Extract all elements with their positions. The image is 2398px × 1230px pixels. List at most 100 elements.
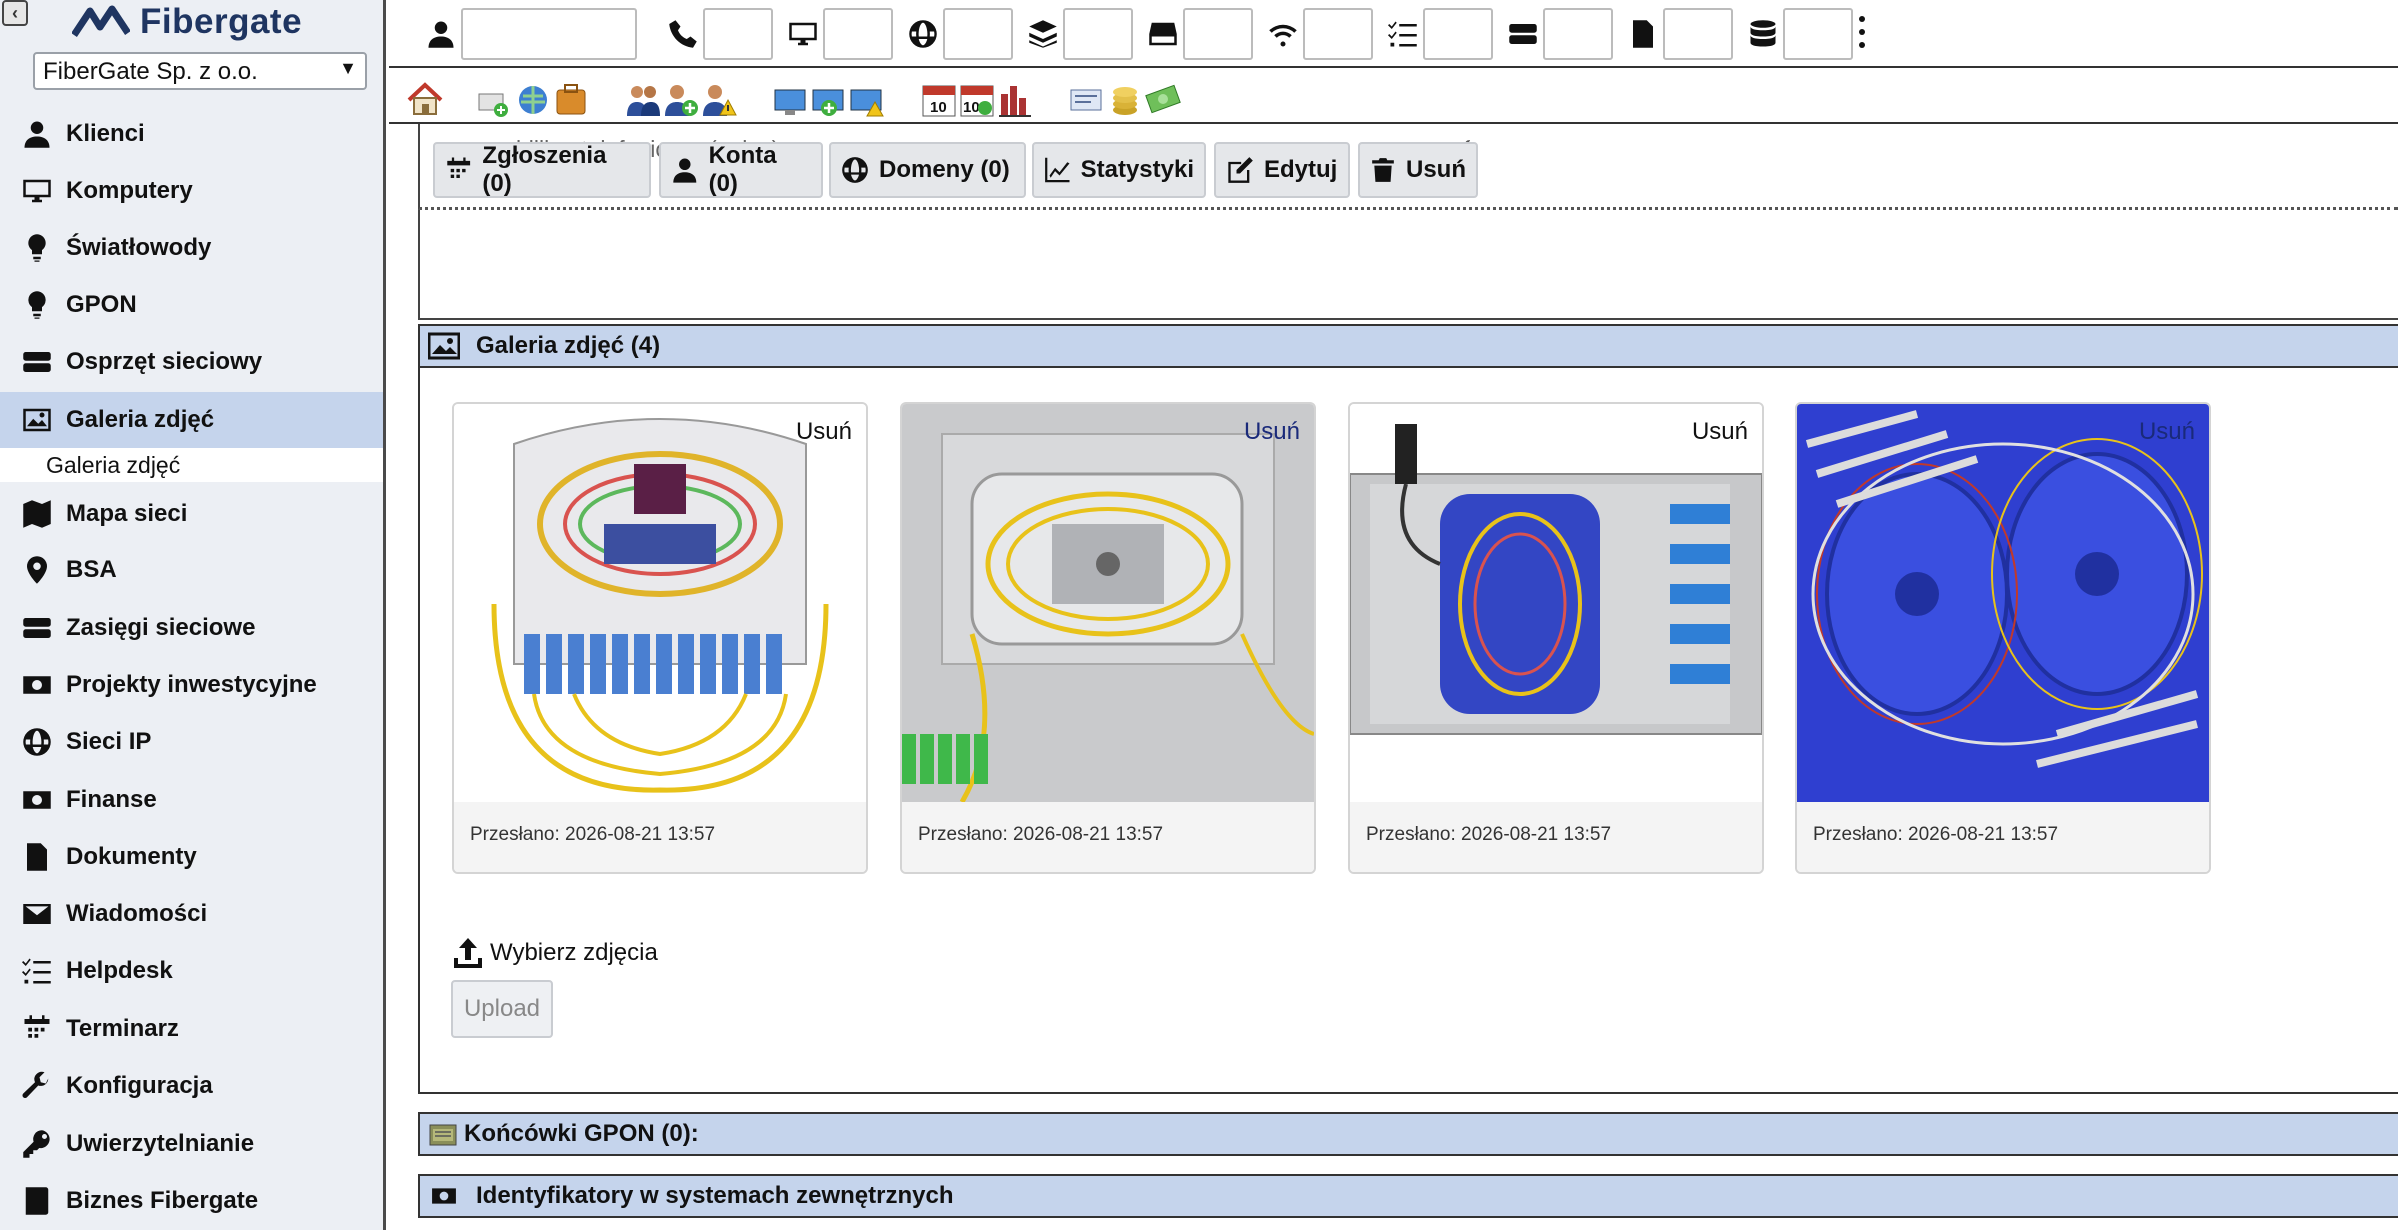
statistics-button-label: Statystyki [1080, 156, 1194, 183]
accounts-button-label: Konta (0) [708, 142, 777, 197]
sidebar-item-projekty[interactable]: Projekty inwestycyjne [0, 657, 383, 713]
section-external-ids-title: Identyfikatory w systemach zewnętrznych [476, 1182, 954, 1209]
sidebar-item-konfiguracja[interactable]: Konfiguracja [0, 1058, 383, 1114]
sidebar-item-label: Uwierzytelnianie [66, 1130, 255, 1157]
search-input-phone[interactable] [703, 8, 773, 60]
accounts-button[interactable]: Konta (0) [659, 142, 823, 198]
user-icon [20, 117, 54, 151]
search-input-document[interactable] [1663, 8, 1733, 60]
image-icon [20, 403, 54, 437]
sidebar-item-sieci-ip[interactable]: Sieci IP [0, 714, 383, 770]
document-icon [1623, 6, 1663, 62]
globe-icon [20, 725, 54, 759]
server-icon [20, 611, 54, 645]
search-input-computer[interactable] [823, 8, 893, 60]
sidebar-item-zasiegi[interactable]: Zasięgi sieciowe [0, 600, 383, 656]
brand-logo[interactable]: Fibergate [72, 0, 302, 44]
sidebar-item-bsa[interactable]: BSA [0, 542, 383, 598]
photo-image[interactable] [454, 404, 866, 802]
money-icon [20, 668, 54, 702]
search-input-layers[interactable] [1063, 8, 1133, 60]
sidebar-item-label: Światłowody [66, 234, 212, 261]
money-icon [432, 1188, 456, 1204]
delete-button[interactable]: Usuń [1358, 142, 1478, 198]
sidebar-item-gpon[interactable]: GPON [0, 277, 383, 333]
search-group-helpdesk [1383, 6, 1493, 62]
sidebar-item-galeria[interactable]: Galeria zdjęć [0, 392, 383, 448]
checklist-icon [20, 954, 54, 988]
network-computers-icon[interactable] [773, 76, 885, 118]
book-icon [20, 1184, 54, 1218]
delete-button-label: Usuń [1406, 156, 1466, 183]
sidebar-item-klienci[interactable]: Klienci [0, 106, 383, 162]
customers-icon[interactable] [625, 76, 737, 118]
envelope-icon [20, 897, 54, 931]
sidebar-item-mapa[interactable]: Mapa sieci [0, 486, 383, 542]
choose-photos-button[interactable]: Wybierz zdjęcia [452, 936, 658, 970]
sidebar-item-swiatlowody[interactable]: Światłowody [0, 220, 383, 276]
sidebar-item-label: Mapa sieci [66, 500, 188, 527]
sidebar-item-label: Dokumenty [66, 843, 197, 870]
sidebar: ‹ Fibergate FiberGate Sp. z o.o. ▼ Klien… [0, 0, 386, 1230]
sidebar-item-biznes[interactable]: Biznes Fibergate [0, 1173, 383, 1229]
photo-card: Usuń Przesłano: 2026-08-21 13:57 [900, 402, 1316, 874]
more-vertical-icon[interactable] [1852, 12, 1872, 52]
company-select[interactable]: FiberGate Sp. z o.o. ▼ [33, 52, 367, 90]
photo-delete-link[interactable]: Usuń [796, 418, 852, 446]
search-input-server[interactable] [1543, 8, 1613, 60]
sidebar-item-helpdesk[interactable]: Helpdesk [0, 943, 383, 999]
upload-button[interactable]: Upload [451, 980, 553, 1038]
domains-button-label: Domeny (0) [879, 156, 1010, 183]
sidebar-item-terminarz[interactable]: Terminarz [0, 1001, 383, 1057]
search-input-helpdesk[interactable] [1423, 8, 1493, 60]
sidebar-subitem-galeria[interactable]: Galeria zdjęć [0, 448, 383, 482]
bulb-icon [20, 288, 54, 322]
edit-button-label: Edytuj [1264, 156, 1338, 183]
sidebar-item-komputery[interactable]: Komputery [0, 163, 383, 219]
trash-icon [1372, 158, 1394, 182]
section-external-ids[interactable]: Identyfikatory w systemach zewnętrznych [418, 1174, 2398, 1218]
sidebar-item-dokumenty[interactable]: Dokumenty [0, 829, 383, 885]
search-input-user[interactable] [461, 8, 637, 60]
sidebar-item-label: Galeria zdjęć [66, 406, 215, 433]
edit-button[interactable]: Edytuj [1214, 142, 1350, 198]
photo-card: Usuń Przesłano: 2026-08-21 13:57 [1348, 402, 1764, 874]
search-group-user [421, 6, 637, 62]
search-group-hdd [1143, 6, 1253, 62]
sidebar-item-wiadomosci[interactable]: Wiadomości [0, 886, 383, 942]
user-icon [421, 6, 461, 62]
svg-text:10: 10 [963, 99, 980, 116]
sidebar-item-osprzet[interactable]: Osprzęt sieciowy [0, 334, 383, 390]
gallery-header[interactable]: Galeria zdjęć (4) [420, 326, 2398, 368]
photo-image[interactable] [902, 404, 1314, 802]
search-input-domain[interactable] [943, 8, 1013, 60]
search-input-hdd[interactable] [1183, 8, 1253, 60]
photo-delete-link[interactable]: Usuń [2139, 418, 2195, 446]
photo-delete-link[interactable]: Usuń [1244, 418, 1300, 446]
sidebar-item-label: Helpdesk [66, 957, 173, 984]
photo-image[interactable] [1350, 404, 1762, 802]
search-input-wifi[interactable] [1303, 8, 1373, 60]
sidebar-item-label: Klienci [66, 120, 145, 147]
photo-uploaded-date: Przesłano: 2026-08-21 13:57 [454, 802, 866, 872]
photo-delete-link[interactable]: Usuń [1692, 418, 1748, 446]
add-network-icon[interactable] [477, 76, 589, 118]
domains-button[interactable]: Domeny (0) [829, 142, 1026, 198]
photo-image[interactable] [1797, 404, 2209, 802]
sidebar-item-finanse[interactable]: Finanse [0, 772, 383, 828]
gallery-title: Galeria zdjęć (4) [476, 332, 661, 359]
collapse-left-icon[interactable]: ‹ [2, 0, 28, 26]
statistics-button[interactable]: Statystyki [1032, 142, 1206, 198]
section-gpon-terminals[interactable]: Końcówki GPON (0): [418, 1112, 2398, 1156]
sidebar-item-label: Osprzęt sieciowy [66, 348, 263, 375]
home-icon[interactable] [407, 76, 443, 118]
search-input-database[interactable] [1783, 8, 1853, 60]
search-group-computer [783, 6, 893, 62]
sidebar-item-uwierzytelnianie[interactable]: Uwierzytelnianie [0, 1116, 383, 1172]
sidebar-item-label: Wiadomości [66, 900, 208, 927]
key-icon [20, 1127, 54, 1161]
document-icon [20, 840, 54, 874]
calendar-stats-icon[interactable]: 10 10 [921, 76, 1033, 118]
tickets-button[interactable]: Zgłoszenia (0) [433, 142, 651, 198]
finance-icon[interactable] [1069, 76, 1181, 118]
